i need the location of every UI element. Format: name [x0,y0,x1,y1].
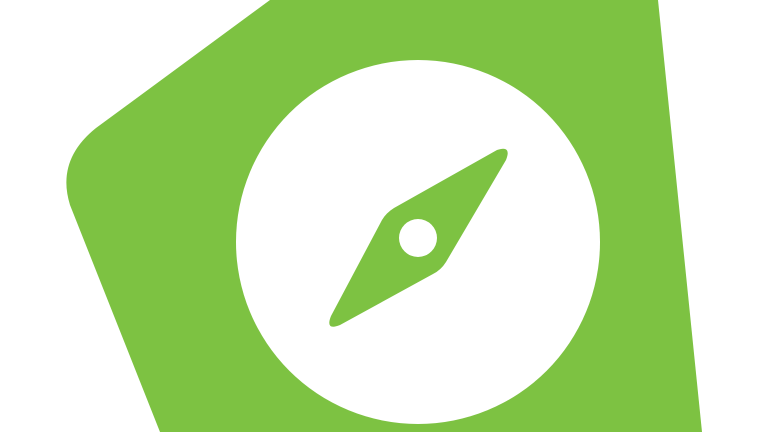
compass-logo [66,0,703,432]
needle-pivot-dot [399,219,437,257]
